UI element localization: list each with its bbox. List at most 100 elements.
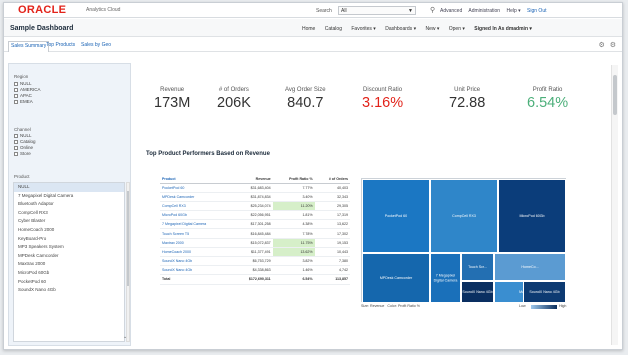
link-sign-out[interactable]: Sign Out bbox=[527, 8, 546, 14]
column-header[interactable]: Revenue bbox=[233, 175, 273, 184]
product-link[interactable]: CompCell RX3 bbox=[160, 201, 234, 212]
list-item[interactable]: Cyber Blaster bbox=[14, 217, 124, 226]
treemap-tile[interactable]: HomeCo... bbox=[494, 253, 566, 281]
list-item[interactable]: CompCell RX3 bbox=[14, 209, 124, 218]
scroll-thumb[interactable] bbox=[613, 75, 617, 115]
tab-sales-by-geo[interactable]: Sales by Geo bbox=[81, 42, 111, 48]
treemap-tile-label: MPDesk Camcorder bbox=[379, 275, 413, 280]
legend-color: Color: Profit Ratio % bbox=[387, 304, 420, 308]
tab-sales-summary[interactable]: Sales Summary bbox=[8, 41, 50, 52]
treemap-tile[interactable]: PocketPod 60 bbox=[362, 179, 430, 253]
channel-option-null[interactable]: NULL bbox=[14, 133, 32, 138]
table-cell: 3.40% bbox=[272, 192, 315, 202]
table-row[interactable]: HomeCoach 2000 $11,377,491 13.62% 10,443 bbox=[160, 247, 350, 258]
oracle-logo[interactable]: ORACLE bbox=[18, 4, 66, 16]
table-cell: 11.20% bbox=[272, 201, 315, 212]
link-administration[interactable]: Administration bbox=[468, 8, 500, 14]
region-option-emea[interactable]: EMEA bbox=[14, 99, 33, 104]
table-cell: 1.46% bbox=[272, 265, 315, 276]
table-cell: $31,683,404 bbox=[233, 183, 273, 193]
table-row[interactable]: SoundX Nano 4Gb $6,753,729 3.82% 7,380 bbox=[160, 256, 350, 267]
product-link[interactable]: Touch Screen T5 bbox=[160, 228, 234, 239]
link-advanced[interactable]: Advanced bbox=[440, 8, 462, 14]
table-row[interactable]: MicroPod 60Gb $22,056,951 1.81% 17,319 bbox=[160, 210, 350, 221]
legend-low: Low bbox=[519, 304, 526, 308]
table-cell: $22,056,951 bbox=[233, 210, 273, 221]
kpi-discount-ratio: Discount Ratio 3.16% bbox=[362, 87, 403, 111]
table-row[interactable]: Touch Screen T5 $16,845,484 7.78% 17,302 bbox=[160, 228, 350, 239]
list-item[interactable]: MicroPod 60Gb bbox=[14, 269, 124, 278]
product-link[interactable]: PocketPod 60 bbox=[160, 183, 234, 193]
product-link[interactable]: SoundX Nano 4Gb bbox=[160, 265, 234, 276]
menu-home[interactable]: Home bbox=[302, 26, 315, 32]
treemap-tile[interactable]: 7 Megapixel Digital Camera bbox=[430, 253, 461, 303]
treemap-tile[interactable]: Touch Scr... bbox=[461, 253, 494, 281]
table-row[interactable]: CompCell RX3 $25,234,074 11.20% 29,305 bbox=[160, 201, 350, 212]
top-products-table: Product Revenue Profit Ratio % # of Orde… bbox=[160, 175, 350, 285]
product-link[interactable]: MicroPod 60Gb bbox=[160, 210, 234, 221]
treemap-tile-label: MicroPod 60Gb bbox=[519, 213, 545, 218]
column-header[interactable]: # of Orders bbox=[314, 175, 350, 184]
table-cell: 17,302 bbox=[314, 228, 350, 239]
table-cell: 7,380 bbox=[314, 256, 350, 267]
treemap-tile[interactable]: CompCell RX3 bbox=[430, 179, 498, 253]
list-item[interactable]: MP3 Speakers System bbox=[14, 243, 124, 252]
tab-top-products[interactable]: Top Products bbox=[46, 42, 75, 48]
menu-catalog[interactable]: Catalog bbox=[325, 26, 342, 32]
menu-new[interactable]: New ▾ bbox=[425, 26, 439, 32]
list-item[interactable]: Bluetooth Adaptor bbox=[14, 200, 124, 209]
scroll-thumb[interactable] bbox=[127, 191, 129, 286]
kpi-value: 6.54% bbox=[527, 95, 569, 111]
link-help[interactable]: Help ▾ bbox=[506, 8, 520, 14]
kpi-label: Discount Ratio bbox=[363, 87, 403, 93]
list-item[interactable]: PocketPod 60 bbox=[14, 278, 124, 287]
settings-icon[interactable]: ⚙ bbox=[610, 42, 616, 49]
list-item[interactable]: KeyBoard-Pro bbox=[14, 235, 124, 244]
kpi-label: Unit Price bbox=[454, 87, 481, 93]
table-row[interactable]: MPDesk Camcorder $31,874,834 3.40% 32,343 bbox=[160, 192, 350, 202]
product-link[interactable]: 7 Megapixel Digital Camera bbox=[160, 219, 234, 230]
product-list-scrollbar[interactable] bbox=[126, 182, 130, 342]
product-link[interactable]: HomeCoach 2000 bbox=[160, 247, 234, 258]
search-icon[interactable]: ⚲ bbox=[430, 6, 435, 14]
column-header[interactable]: Product bbox=[160, 175, 234, 184]
list-item[interactable]: 7 Megapixel Digital Camera bbox=[14, 192, 124, 201]
table-row[interactable]: Maxtrax 2000 $15,072,837 11.75% 19,153 bbox=[160, 238, 350, 248]
table-row[interactable]: SoundX Nano 4Gb $4,338,863 1.46% 4,742 bbox=[160, 265, 350, 276]
user-menu[interactable]: Signed In As dmadmin ▾ bbox=[474, 26, 532, 32]
list-item[interactable]: MPDesk Camcorder bbox=[14, 252, 124, 261]
treemap-tile[interactable]: SoundX Nano 4Gb bbox=[523, 281, 566, 303]
product-list[interactable]: NULL 7 Megapixel Digital Camera Bluetoot… bbox=[13, 182, 125, 342]
treemap-tile[interactable]: SoundX Nano 4Gb bbox=[461, 281, 494, 303]
chevron-down-icon[interactable]: ⌄ bbox=[123, 334, 127, 340]
product-link[interactable]: MPDesk Camcorder bbox=[160, 192, 234, 202]
table-cell: $25,234,074 bbox=[233, 201, 273, 212]
channel-option-online[interactable]: Online bbox=[14, 145, 33, 150]
table-row[interactable]: PocketPod 60 $31,683,404 7.77% 40,403 bbox=[160, 183, 350, 193]
menu-open[interactable]: Open ▾ bbox=[449, 26, 465, 32]
table-cell: 32,343 bbox=[314, 192, 350, 202]
treemap-tile-label: SoundX Nano 4Gb bbox=[462, 289, 493, 294]
region-option-null[interactable]: NULL bbox=[14, 81, 32, 86]
product-link[interactable]: Maxtrax 2000 bbox=[160, 238, 234, 248]
table-row[interactable]: 7 Megapixel Digital Camera $17,301,258 4.3… bbox=[160, 219, 350, 230]
list-item[interactable]: NULL bbox=[14, 183, 124, 192]
table-cell: $15,072,837 bbox=[233, 238, 273, 248]
region-option-apac[interactable]: APAC bbox=[14, 93, 32, 98]
channel-option-catalog[interactable]: Catalog bbox=[14, 139, 36, 144]
list-item[interactable]: Maxtrax 2000 bbox=[14, 260, 124, 269]
menu-favorites[interactable]: Favorites ▾ bbox=[351, 26, 375, 32]
list-item[interactable]: HomeCoach 2000 bbox=[14, 226, 124, 235]
channel-option-store[interactable]: Store bbox=[14, 151, 31, 156]
search-scope-select[interactable]: All ▼ bbox=[338, 6, 416, 15]
list-item[interactable]: SoundX Nano 4Gb bbox=[14, 286, 124, 295]
treemap-tile[interactable]: MicroPod 60Gb bbox=[498, 179, 566, 253]
treemap-tile[interactable]: MPDesk Camcorder bbox=[362, 253, 430, 303]
gear-icon[interactable]: ⚙ bbox=[598, 42, 604, 49]
region-option-america[interactable]: AMERICA bbox=[14, 87, 41, 92]
menu-dashboards[interactable]: Dashboards ▾ bbox=[385, 26, 416, 32]
page-scrollbar[interactable] bbox=[611, 65, 618, 345]
table-cell: 13,622 bbox=[314, 219, 350, 230]
column-header[interactable]: Profit Ratio % bbox=[272, 175, 315, 184]
product-link[interactable]: SoundX Nano 4Gb bbox=[160, 256, 234, 267]
